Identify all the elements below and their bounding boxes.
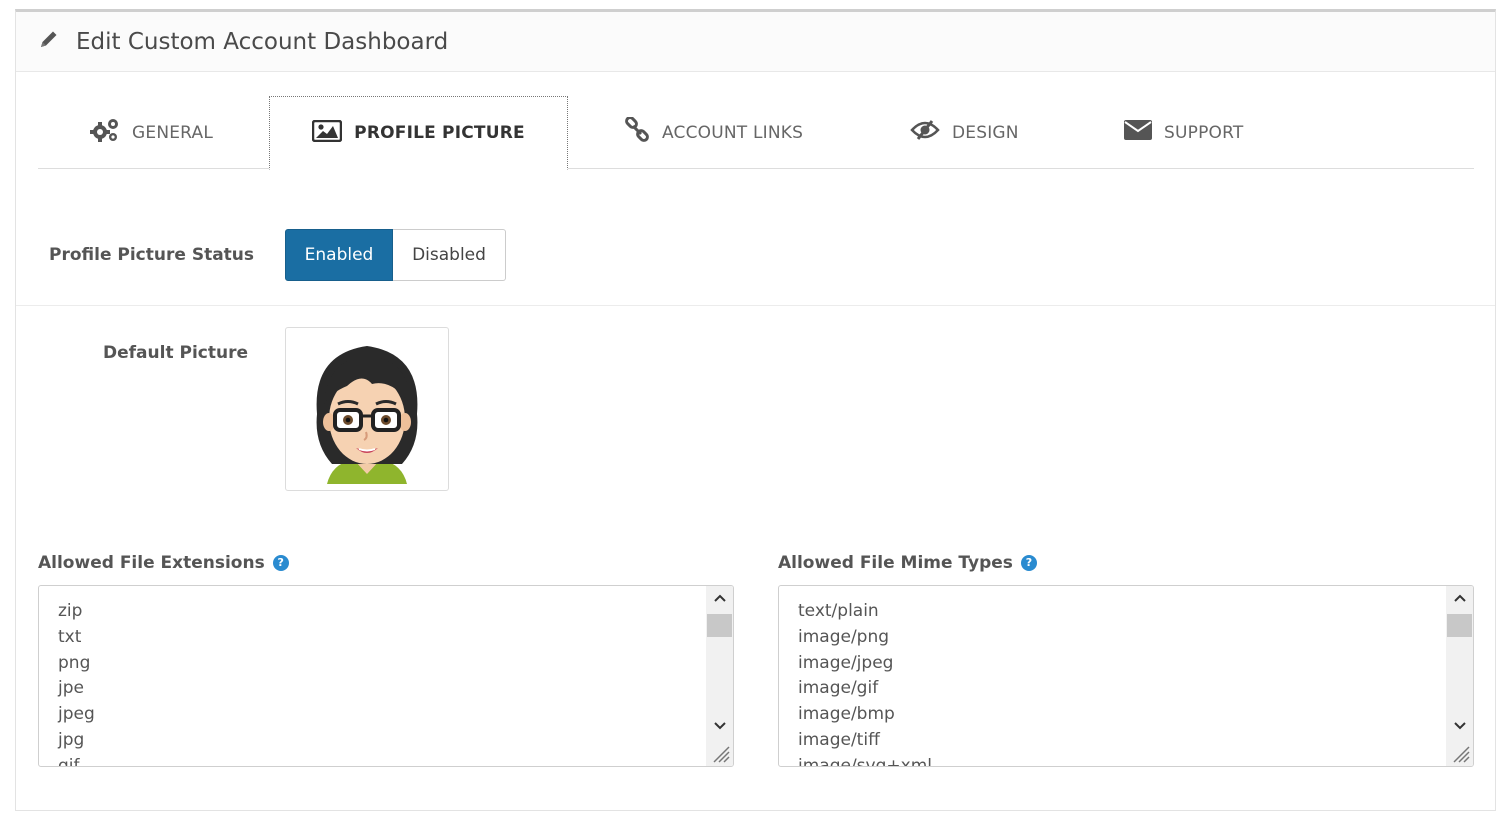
profile-picture-status-label: Profile Picture Status [49,245,255,265]
mime-type-line: image/png [798,626,890,647]
mime-type-line: image/svg+xml [798,755,932,767]
pencil-icon [38,28,60,55]
link-icon [624,116,650,148]
section-divider [16,305,1495,306]
extension-line: jpeg [58,704,95,725]
scroll-up-arrow-icon[interactable] [1446,586,1473,610]
mime-type-line: image/jpeg [798,652,894,673]
allowed-mime-types-textarea[interactable]: text/plain image/png image/jpeg image/gif im… [778,585,1474,767]
resize-handle-icon[interactable] [710,743,730,763]
scrollbar-thumb[interactable] [1447,614,1472,637]
mime-type-line: text/plain [798,601,879,621]
allowed-extensions-label: Allowed File Extensions ? [38,553,289,573]
scroll-down-arrow-icon[interactable] [706,714,733,738]
extension-line: zip [58,601,83,621]
disabled-button[interactable]: Disabled [393,229,506,281]
mime-type-line: image/bmp [798,704,895,725]
scrollbar[interactable] [1446,586,1473,766]
gears-icon [90,117,120,148]
extension-line: png [58,652,91,673]
envelope-icon [1124,120,1152,145]
tab-profile-picture-label: PROFILE PICTURE [354,123,525,143]
edit-dashboard-panel: Edit Custom Account Dashboard GENERAL PR… [15,9,1496,811]
extension-line: jpg [58,729,85,750]
eye-slash-icon [910,119,940,146]
scrollbar[interactable] [706,586,733,766]
tab-support-label: SUPPORT [1164,122,1244,143]
extension-line: jpe [58,678,84,699]
default-picture-label: Default Picture [103,343,248,363]
panel-heading: Edit Custom Account Dashboard [16,12,1495,72]
tab-design[interactable]: DESIGN [910,96,1019,169]
allowed-extensions-label-text: Allowed File Extensions [38,553,265,573]
scroll-down-arrow-icon[interactable] [1446,714,1473,738]
default-picture-thumbnail[interactable] [285,327,449,491]
tab-account-links[interactable]: ACCOUNT LINKS [624,96,803,169]
allowed-extensions-textarea[interactable]: zip txt png jpe jpeg jpg gif [38,585,734,767]
status-toggle-group: Enabled Disabled [285,229,506,281]
scroll-up-arrow-icon[interactable] [706,586,733,610]
avatar [316,346,418,484]
page-title: Edit Custom Account Dashboard [76,28,449,55]
picture-icon [311,119,343,147]
tab-bar: GENERAL PROFILE PICTURE ACCOUNT LINKS DE… [38,96,1474,170]
tab-design-label: DESIGN [952,122,1019,143]
mime-type-line: image/gif [798,678,879,699]
tab-general[interactable]: GENERAL [90,96,213,169]
tab-profile-picture[interactable]: PROFILE PICTURE [269,96,568,170]
extension-line: txt [58,626,82,647]
tab-support[interactable]: SUPPORT [1124,96,1243,169]
resize-handle-icon[interactable] [1450,743,1470,763]
allowed-mime-types-values: text/plain image/png image/jpeg image/gif im… [798,599,932,767]
enabled-button[interactable]: Enabled [285,229,393,281]
help-icon[interactable]: ? [1020,555,1037,571]
tab-general-label: GENERAL [132,122,213,143]
allowed-mime-types-label: Allowed File Mime Types ? [778,553,1037,573]
help-icon[interactable]: ? [272,555,289,571]
allowed-extensions-values: zip txt png jpe jpeg jpg gif [58,599,95,767]
tab-account-links-label: ACCOUNT LINKS [662,122,804,143]
scrollbar-thumb[interactable] [707,614,732,637]
extension-line: gif [58,755,80,767]
allowed-mime-types-label-text: Allowed File Mime Types [778,553,1013,573]
mime-type-line: image/tiff [798,729,880,750]
